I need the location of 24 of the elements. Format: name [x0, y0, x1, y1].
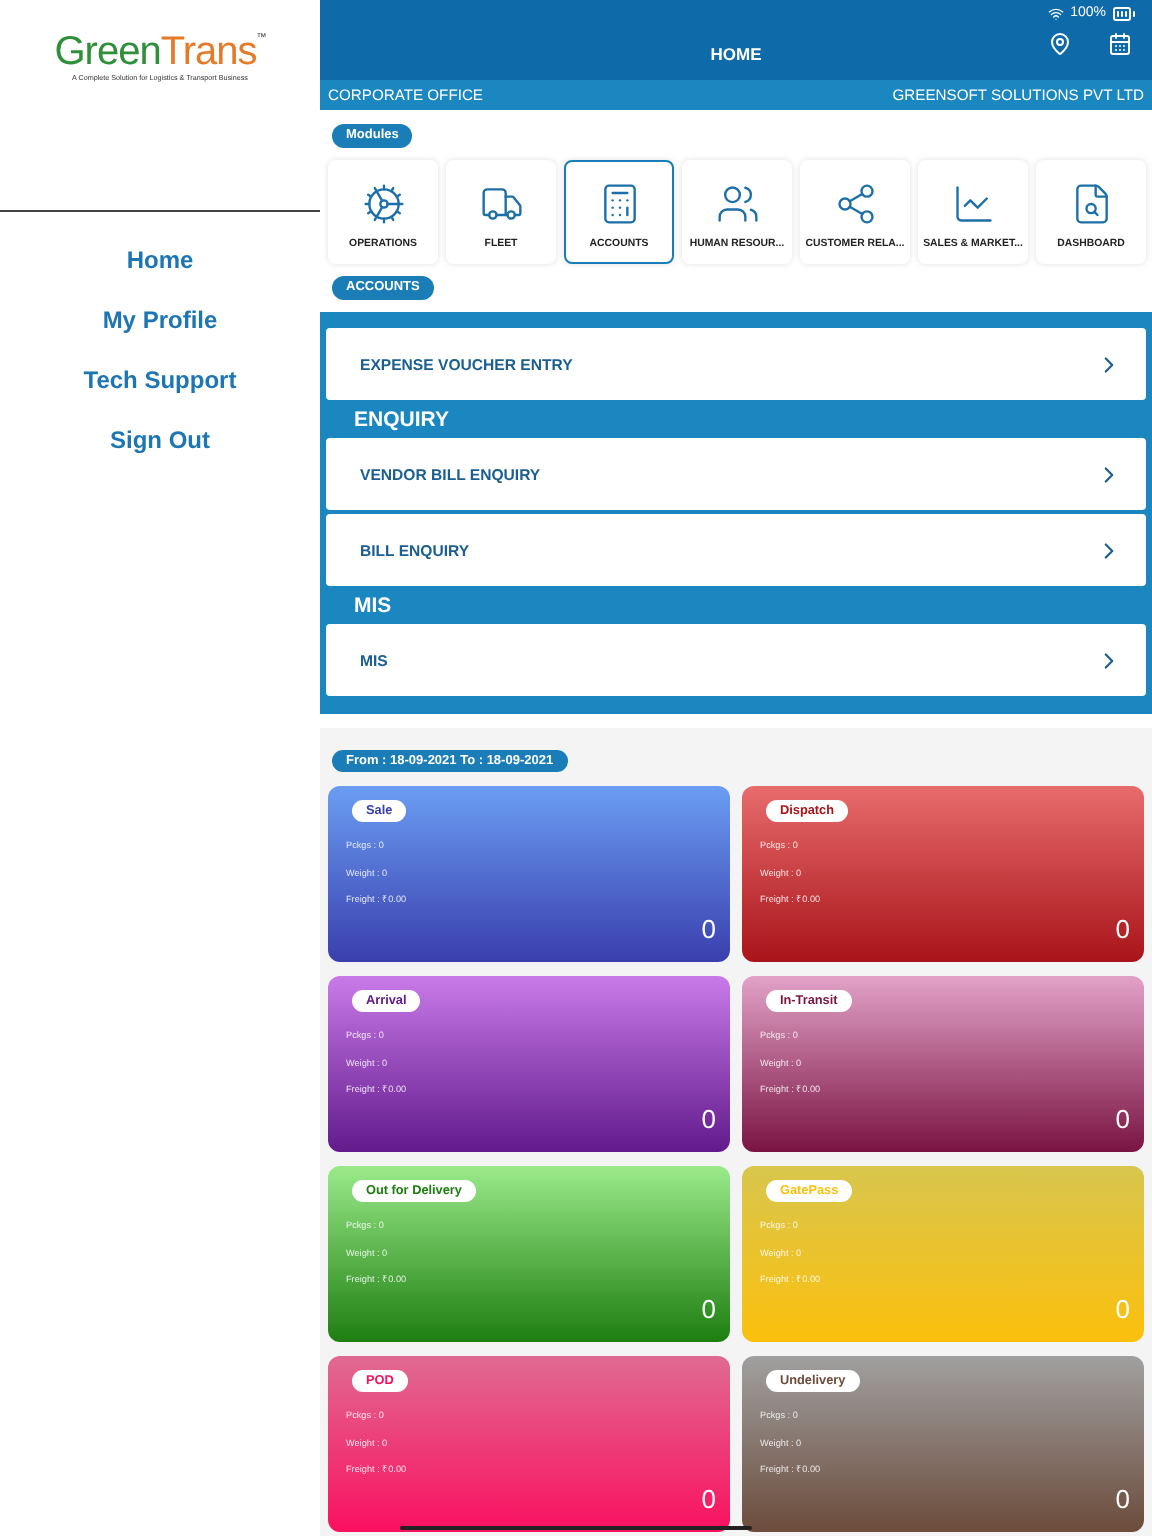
- calendar-icon[interactable]: [1108, 32, 1132, 56]
- people-icon: [715, 182, 759, 226]
- card-count: 0: [1115, 1484, 1130, 1514]
- menu-item[interactable]: Home: [126, 244, 194, 276]
- card-count: 0: [1115, 1294, 1130, 1324]
- wifi-icon: [1048, 5, 1065, 21]
- card-count: 0: [701, 914, 716, 944]
- gear-icon: [361, 182, 405, 226]
- menu-item[interactable]: My Profile: [102, 304, 218, 336]
- network-icon: [833, 182, 877, 226]
- card-count: 0: [701, 1104, 716, 1134]
- menu-item[interactable]: Tech Support: [83, 364, 237, 396]
- card-count: 0: [1115, 1104, 1130, 1134]
- menu-item[interactable]: Sign Out: [110, 424, 210, 456]
- card-count: 0: [701, 1294, 716, 1324]
- battery-icon: [1112, 1, 1136, 25]
- section-heading: MIS: [352, 592, 394, 620]
- page-title: HOME: [710, 43, 762, 63]
- card-count: 0: [701, 1484, 716, 1514]
- location-pin-icon[interactable]: [1048, 32, 1072, 56]
- card-count: 0: [1115, 914, 1130, 944]
- section-heading: ENQUIRY: [352, 406, 451, 434]
- truck-icon: [479, 182, 523, 226]
- line-chart-icon: [951, 182, 995, 226]
